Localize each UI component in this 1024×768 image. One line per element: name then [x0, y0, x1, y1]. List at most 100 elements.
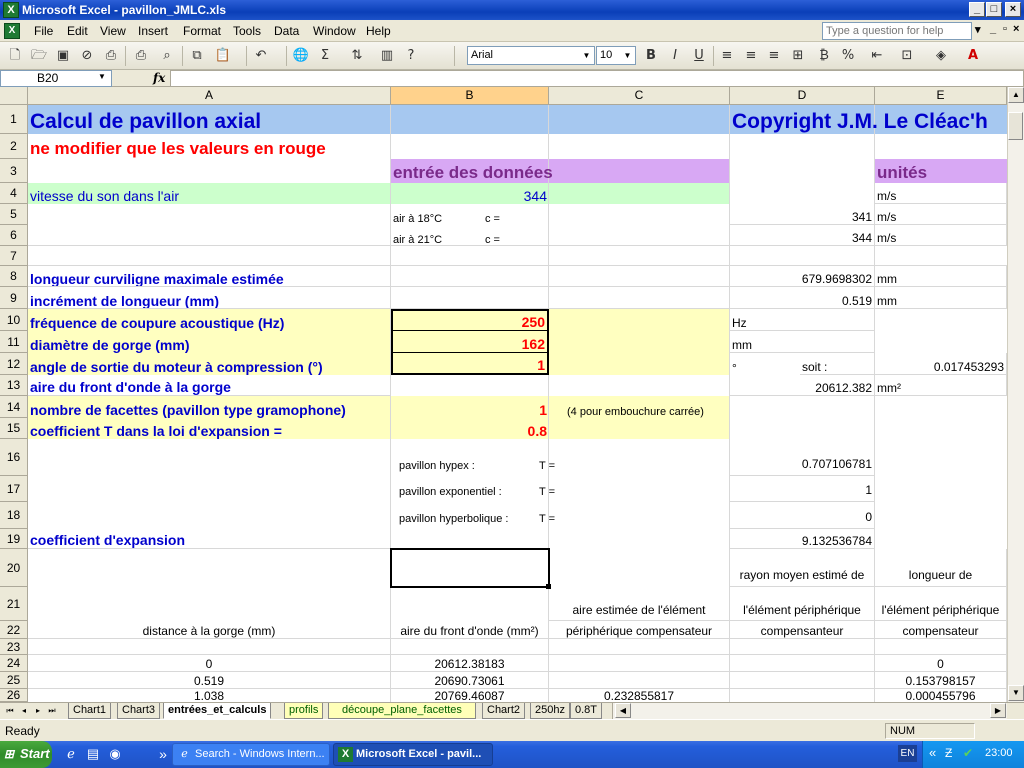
row-header[interactable]: 11 [0, 331, 28, 353]
cell-e8[interactable]: mm [875, 266, 1007, 287]
workbook-minimize-button[interactable]: _ [990, 23, 996, 35]
first-sheet-icon[interactable]: ⏮ [4, 704, 16, 718]
menu-window[interactable]: Window [313, 23, 356, 39]
cell-e9[interactable]: mm [875, 287, 1007, 309]
cell-b22[interactable]: aire du front d'onde (mm²) [391, 621, 549, 639]
cell-d20[interactable]: rayon moyen estimé de [730, 549, 875, 587]
underline-button[interactable]: U [690, 47, 708, 65]
cell-b17[interactable]: pavillon exponentiel : [397, 476, 537, 502]
cell-a26[interactable]: 1.038 [28, 689, 391, 702]
row-header[interactable]: 17 [0, 476, 28, 502]
cell-a14[interactable]: nombre de facettes (pavillon type gramop… [28, 396, 391, 418]
menu-data[interactable]: Data [274, 23, 299, 39]
cell-d16[interactable]: 0.707106781 [730, 439, 875, 476]
tray-check-icon[interactable]: ✔ [963, 746, 973, 760]
menu-help[interactable]: Help [366, 23, 391, 39]
row-header[interactable]: 1 [0, 105, 28, 134]
quicklaunch-more-icon[interactable]: » [154, 745, 172, 763]
column-header-e[interactable]: E [875, 87, 1007, 105]
row-header[interactable]: 5 [0, 204, 28, 225]
cell-b14-input[interactable]: 1 [391, 396, 549, 418]
minimize-button[interactable]: _ [969, 2, 985, 17]
ie-quicklaunch-icon[interactable]: ℯ [62, 745, 80, 763]
cell-d10[interactable]: Hz [730, 309, 875, 331]
cell-c14[interactable]: (4 pour embouchure carrée) [565, 396, 730, 418]
language-indicator[interactable]: EN [898, 745, 917, 762]
cell-e20[interactable]: longueur de [875, 549, 1007, 587]
decrease-indent-icon[interactable]: ⇤ [868, 47, 886, 65]
row-header[interactable]: 3 [0, 159, 28, 183]
cell-d9[interactable]: 0.519 [730, 287, 875, 309]
cell-e4[interactable]: m/s [875, 183, 1007, 204]
help-dropdown-icon[interactable]: ▾ [975, 23, 981, 36]
align-left-icon[interactable]: ≡ [718, 47, 736, 65]
cell-e13[interactable]: mm² [875, 375, 1007, 396]
next-sheet-icon[interactable]: ▸ [32, 704, 44, 718]
cell-e22[interactable]: compensateur [875, 621, 1007, 639]
cell-e3[interactable]: unités [875, 159, 1007, 183]
scroll-left-icon[interactable]: ◀ [615, 703, 631, 718]
help-search-input[interactable]: Type a question for help [822, 22, 972, 40]
font-color-icon[interactable]: A [964, 47, 982, 65]
cell-a25[interactable]: 0.519 [28, 672, 391, 689]
menu-insert[interactable]: Insert [138, 23, 168, 39]
last-sheet-icon[interactable]: ⏭ [46, 704, 58, 718]
column-header-a[interactable]: A [28, 87, 391, 105]
formula-input[interactable] [170, 70, 1024, 87]
percent-button[interactable]: % [839, 47, 857, 65]
undo-icon[interactable]: ↶ [252, 47, 270, 65]
row-header[interactable]: 19 [0, 529, 28, 549]
tab-entrees-et-calculs[interactable]: entrées_et_calculs [163, 703, 272, 719]
desktop-quicklaunch-icon[interactable]: ▤ [84, 745, 102, 763]
cell-a24[interactable]: 0 [28, 655, 391, 672]
save-icon[interactable]: ▣ [54, 47, 72, 65]
cell-e24[interactable]: 0 [875, 655, 1007, 672]
cell-c26[interactable]: 0.232855817 [549, 689, 730, 702]
copy-icon[interactable]: ⧉ [188, 47, 206, 65]
tab-chart1[interactable]: Chart1 [68, 703, 112, 719]
cell-e6[interactable]: m/s [875, 225, 1007, 246]
open-icon[interactable]: 🗁 [30, 47, 48, 65]
tab-decoupe-plane-facettes[interactable]: découpe_plane_facettes [328, 703, 476, 719]
row-header[interactable]: 8 [0, 266, 28, 287]
cell-b18[interactable]: pavillon hyperbolique : [397, 502, 537, 529]
cell-c22[interactable]: périphérique compensateur [549, 621, 730, 639]
cell-e12[interactable]: 0.017453293 [875, 353, 1007, 375]
paste-icon[interactable]: 📋 [214, 47, 232, 65]
scroll-up-icon[interactable]: ▲ [1008, 87, 1024, 103]
cell-c24[interactable] [549, 655, 730, 672]
cell-b5[interactable]: air à 18°C [391, 204, 481, 225]
fill-color-icon[interactable]: ◈ [932, 47, 950, 65]
cell-d18[interactable]: 0 [730, 502, 875, 529]
tray-expand-icon[interactable]: « [929, 745, 936, 760]
row-header[interactable]: 6 [0, 225, 28, 246]
chart-wizard-icon[interactable]: ▥ [378, 47, 396, 65]
cell-e21[interactable]: l'élément périphérique [875, 587, 1007, 621]
workbook-close-button[interactable]: × [1013, 23, 1019, 35]
row-header[interactable]: 24 [0, 655, 28, 672]
autosum-icon[interactable]: Σ [316, 47, 334, 65]
help-icon[interactable]: ? [402, 47, 420, 65]
row-header[interactable]: 22 [0, 621, 28, 639]
vertical-scroll-thumb[interactable] [1008, 112, 1023, 140]
row-header[interactable]: 20 [0, 549, 28, 587]
menu-file[interactable]: File [34, 23, 53, 39]
font-size-dropdown-icon[interactable]: ▼ [621, 48, 634, 63]
cell-d25[interactable] [730, 672, 875, 689]
cell-a15[interactable]: coefficient T dans la loi d'expansion = [28, 418, 391, 439]
start-button[interactable]: ⊞ Start [0, 741, 52, 768]
cell-e5[interactable]: m/s [875, 204, 1007, 225]
row-header[interactable]: 21 [0, 587, 28, 621]
cell-d22[interactable]: compensanteur [730, 621, 875, 639]
merge-center-icon[interactable]: ⊞ [789, 47, 807, 65]
cell-b26[interactable]: 20769.46087 [391, 689, 549, 702]
cell-d1[interactable]: Copyright J.M. Le Cléac'h [730, 105, 1007, 134]
select-all-corner[interactable] [0, 87, 28, 105]
cell-e26[interactable]: 0.000455796 [875, 689, 1007, 702]
taskbar-item-search[interactable]: ℯ Search - Windows Intern... [172, 743, 330, 766]
cell-d6[interactable]: 344 [730, 225, 875, 246]
row-23[interactable] [28, 639, 1007, 655]
cell-b4[interactable]: 344 [391, 183, 549, 204]
cell-d11[interactable]: mm [730, 331, 875, 353]
column-header-b[interactable]: B [391, 87, 549, 105]
